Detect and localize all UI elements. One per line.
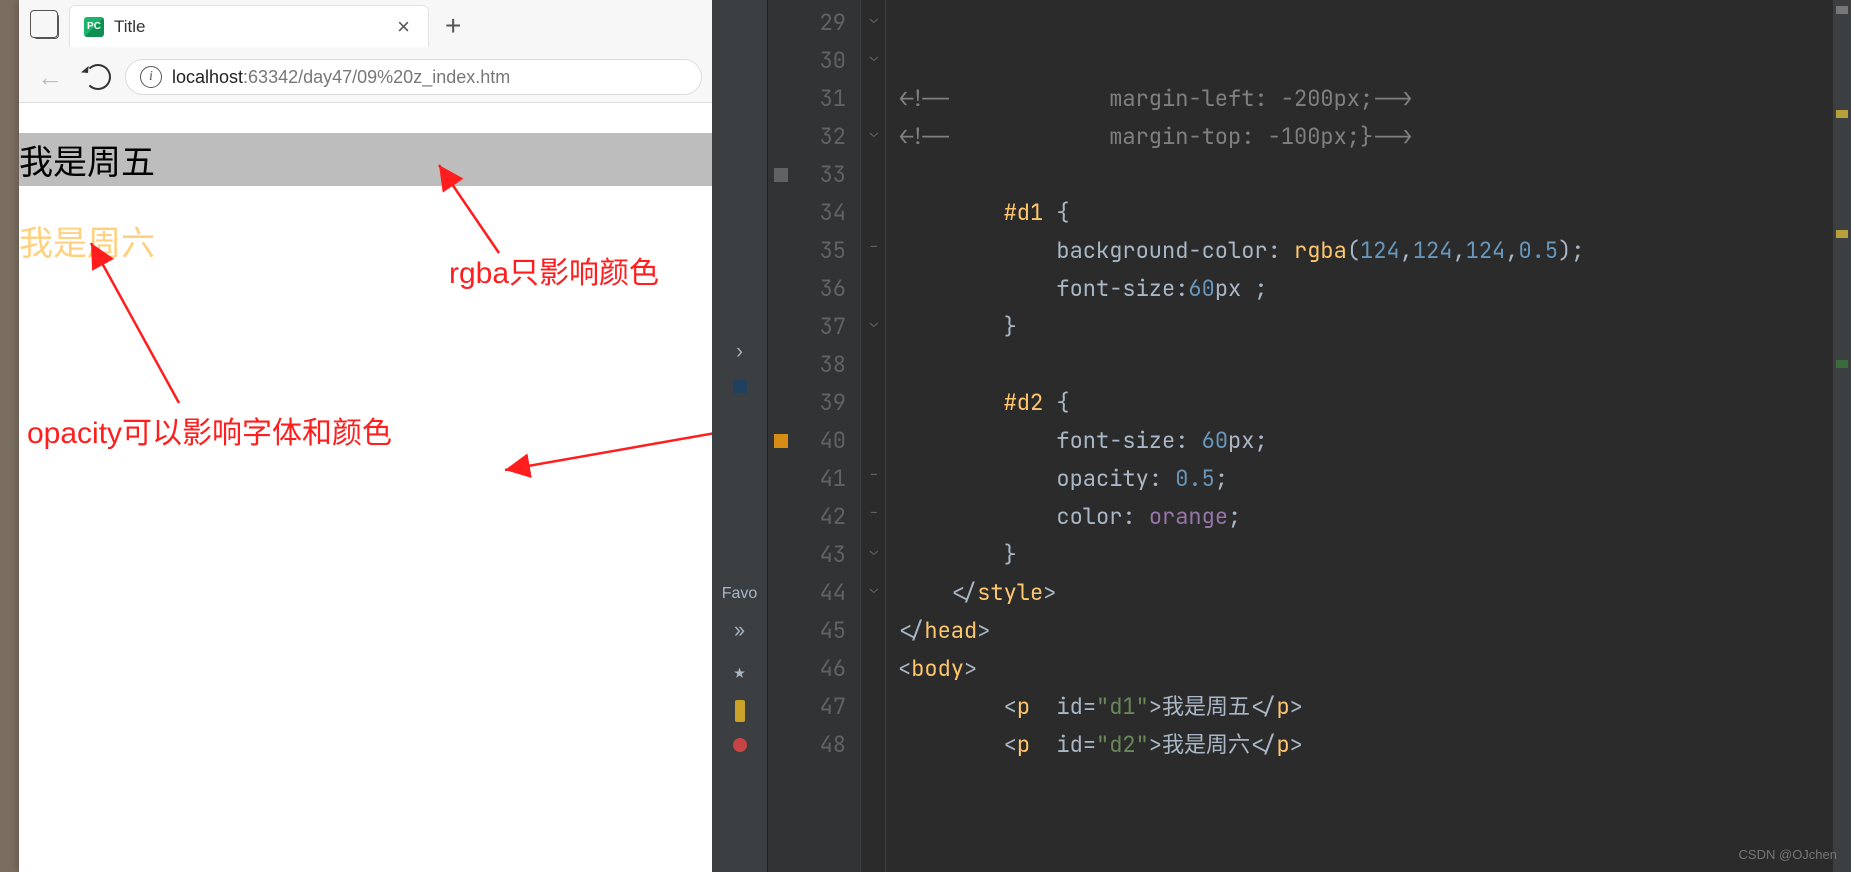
- chevron-expand-icon[interactable]: »: [734, 619, 745, 642]
- favicon-icon: PC: [84, 17, 104, 37]
- fold-column: ⌄⌄⌄–⌄––⌄⌄: [860, 0, 886, 872]
- line-gutter: 2930313233343536373839404142434445464748: [768, 0, 860, 872]
- favorites-tool-label[interactable]: Favo: [722, 585, 758, 603]
- tab-strip: PC Title × +: [19, 0, 712, 52]
- toolbar: ← i localhost:63342/day47/09%20z_index.h…: [19, 52, 712, 102]
- page-viewport: 我是周五 我是周六 rgba只影响颜色 opacity可以影响字体和颜色: [19, 103, 712, 872]
- scrollbar[interactable]: [1833, 0, 1851, 872]
- back-button: ←: [29, 62, 71, 93]
- watermark: CSDN @OJchen: [1739, 847, 1837, 862]
- problems-tool-icon[interactable]: [733, 738, 747, 752]
- browser-tab[interactable]: PC Title ×: [69, 5, 429, 47]
- structure-tool-icon[interactable]: [735, 700, 745, 722]
- chevron-right-icon[interactable]: ›: [734, 340, 745, 363]
- browser-window: PC Title × + ← i localhost:63342/day47/0…: [19, 0, 712, 872]
- paragraph-d2: 我是周六: [19, 216, 712, 265]
- annotation-opacity: opacity可以影响字体和颜色: [27, 408, 392, 452]
- tab-title: Title: [114, 17, 383, 37]
- ide-tool-strip: › Favo » ★: [712, 0, 768, 872]
- ide-editor: › Favo » ★ 29303132333435363738394041424…: [712, 0, 1851, 872]
- new-tab-button[interactable]: +: [433, 10, 473, 42]
- site-info-icon[interactable]: i: [140, 66, 162, 88]
- address-bar[interactable]: i localhost:63342/day47/09%20z_index.htm: [125, 59, 702, 95]
- tool-marker-icon: [733, 379, 747, 393]
- url-text: localhost:63342/day47/09%20z_index.htm: [172, 67, 510, 88]
- star-icon: ★: [733, 658, 745, 684]
- paragraph-d1: 我是周五: [19, 133, 712, 186]
- reload-button[interactable]: [85, 64, 111, 90]
- code-area[interactable]: <!-- margin-left: -200px;--><!-- margin-…: [886, 0, 1851, 872]
- tabs-overview-icon[interactable]: [33, 13, 59, 39]
- close-icon[interactable]: ×: [393, 14, 414, 40]
- browser-chrome: PC Title × + ← i localhost:63342/day47/0…: [19, 0, 712, 103]
